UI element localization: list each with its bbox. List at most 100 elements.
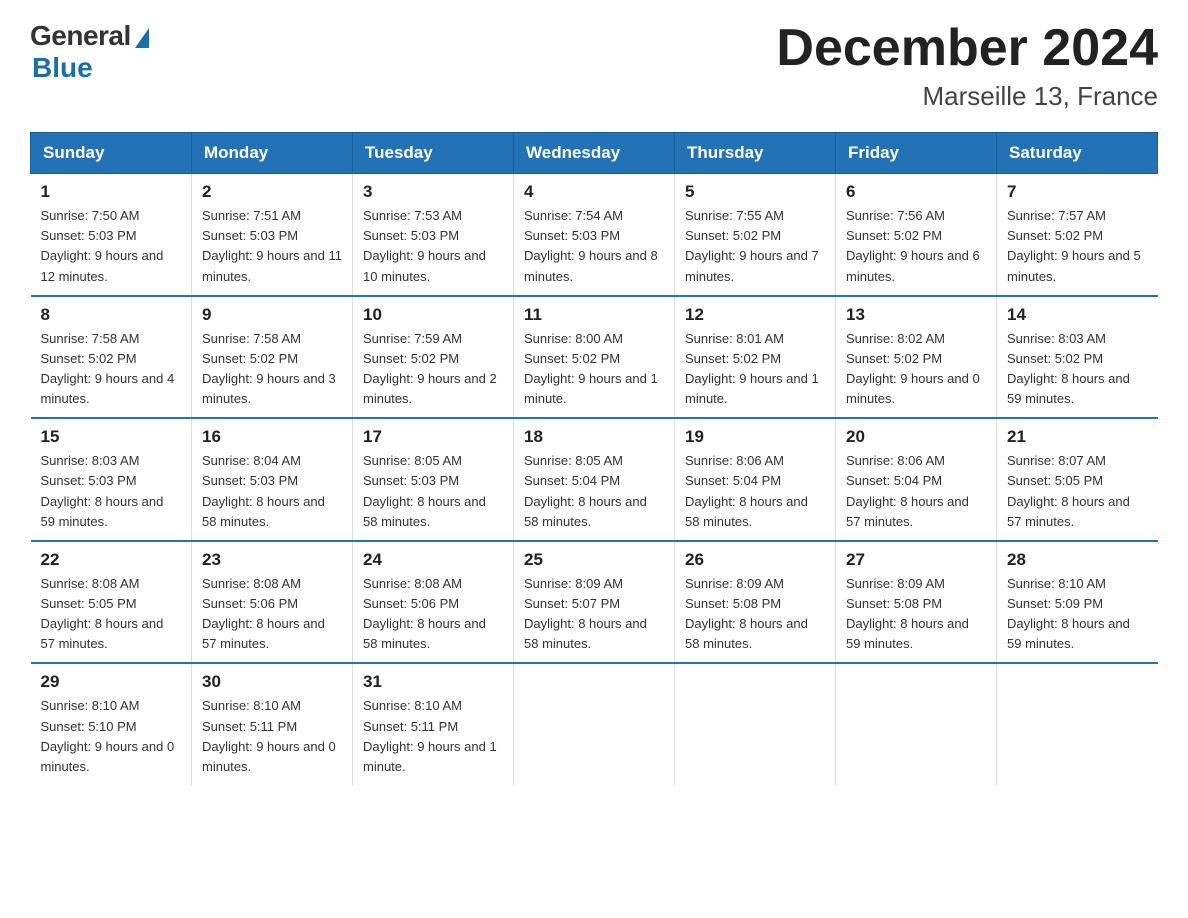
day-number: 18 xyxy=(524,427,664,447)
day-number: 21 xyxy=(1007,427,1148,447)
calendar-cell: 23 Sunrise: 8:08 AMSunset: 5:06 PMDaylig… xyxy=(192,541,353,664)
day-info: Sunrise: 8:05 AMSunset: 5:03 PMDaylight:… xyxy=(363,451,503,532)
day-info: Sunrise: 7:58 AMSunset: 5:02 PMDaylight:… xyxy=(202,329,342,410)
day-number: 9 xyxy=(202,305,342,325)
day-number: 26 xyxy=(685,550,825,570)
day-number: 30 xyxy=(202,672,342,692)
calendar-cell: 18 Sunrise: 8:05 AMSunset: 5:04 PMDaylig… xyxy=(514,418,675,541)
calendar-cell xyxy=(997,663,1158,785)
day-info: Sunrise: 7:57 AMSunset: 5:02 PMDaylight:… xyxy=(1007,206,1148,287)
day-info: Sunrise: 8:06 AMSunset: 5:04 PMDaylight:… xyxy=(685,451,825,532)
day-info: Sunrise: 7:50 AMSunset: 5:03 PMDaylight:… xyxy=(41,206,182,287)
calendar-cell: 20 Sunrise: 8:06 AMSunset: 5:04 PMDaylig… xyxy=(836,418,997,541)
calendar-week-row: 1 Sunrise: 7:50 AMSunset: 5:03 PMDayligh… xyxy=(31,174,1158,296)
calendar-cell: 13 Sunrise: 8:02 AMSunset: 5:02 PMDaylig… xyxy=(836,296,997,419)
day-info: Sunrise: 8:02 AMSunset: 5:02 PMDaylight:… xyxy=(846,329,986,410)
weekday-header-sunday: Sunday xyxy=(31,133,192,174)
calendar-cell: 25 Sunrise: 8:09 AMSunset: 5:07 PMDaylig… xyxy=(514,541,675,664)
calendar-cell: 3 Sunrise: 7:53 AMSunset: 5:03 PMDayligh… xyxy=(353,174,514,296)
day-number: 23 xyxy=(202,550,342,570)
calendar-cell: 6 Sunrise: 7:56 AMSunset: 5:02 PMDayligh… xyxy=(836,174,997,296)
day-number: 19 xyxy=(685,427,825,447)
weekday-header-saturday: Saturday xyxy=(997,133,1158,174)
day-number: 24 xyxy=(363,550,503,570)
calendar-week-row: 29 Sunrise: 8:10 AMSunset: 5:10 PMDaylig… xyxy=(31,663,1158,785)
day-number: 12 xyxy=(685,305,825,325)
weekday-header-row: SundayMondayTuesdayWednesdayThursdayFrid… xyxy=(31,133,1158,174)
day-number: 31 xyxy=(363,672,503,692)
calendar-week-row: 15 Sunrise: 8:03 AMSunset: 5:03 PMDaylig… xyxy=(31,418,1158,541)
day-number: 1 xyxy=(41,182,182,202)
calendar-cell: 22 Sunrise: 8:08 AMSunset: 5:05 PMDaylig… xyxy=(31,541,192,664)
weekday-header-friday: Friday xyxy=(836,133,997,174)
day-info: Sunrise: 7:55 AMSunset: 5:02 PMDaylight:… xyxy=(685,206,825,287)
calendar-cell: 4 Sunrise: 7:54 AMSunset: 5:03 PMDayligh… xyxy=(514,174,675,296)
calendar-cell: 24 Sunrise: 8:08 AMSunset: 5:06 PMDaylig… xyxy=(353,541,514,664)
calendar-cell: 21 Sunrise: 8:07 AMSunset: 5:05 PMDaylig… xyxy=(997,418,1158,541)
calendar-cell: 31 Sunrise: 8:10 AMSunset: 5:11 PMDaylig… xyxy=(353,663,514,785)
day-number: 14 xyxy=(1007,305,1148,325)
day-number: 5 xyxy=(685,182,825,202)
logo-triangle-icon xyxy=(135,28,149,48)
calendar-cell: 1 Sunrise: 7:50 AMSunset: 5:03 PMDayligh… xyxy=(31,174,192,296)
day-number: 10 xyxy=(363,305,503,325)
day-info: Sunrise: 8:04 AMSunset: 5:03 PMDaylight:… xyxy=(202,451,342,532)
calendar-cell: 26 Sunrise: 8:09 AMSunset: 5:08 PMDaylig… xyxy=(675,541,836,664)
calendar-cell: 7 Sunrise: 7:57 AMSunset: 5:02 PMDayligh… xyxy=(997,174,1158,296)
day-info: Sunrise: 7:59 AMSunset: 5:02 PMDaylight:… xyxy=(363,329,503,410)
day-number: 28 xyxy=(1007,550,1148,570)
calendar-cell: 12 Sunrise: 8:01 AMSunset: 5:02 PMDaylig… xyxy=(675,296,836,419)
day-info: Sunrise: 8:00 AMSunset: 5:02 PMDaylight:… xyxy=(524,329,664,410)
day-number: 15 xyxy=(41,427,182,447)
day-number: 2 xyxy=(202,182,342,202)
calendar-cell xyxy=(675,663,836,785)
day-number: 25 xyxy=(524,550,664,570)
day-info: Sunrise: 8:08 AMSunset: 5:06 PMDaylight:… xyxy=(202,574,342,655)
day-info: Sunrise: 8:01 AMSunset: 5:02 PMDaylight:… xyxy=(685,329,825,410)
day-number: 17 xyxy=(363,427,503,447)
logo-blue-text: Blue xyxy=(32,52,93,84)
calendar-cell: 8 Sunrise: 7:58 AMSunset: 5:02 PMDayligh… xyxy=(31,296,192,419)
calendar-cell: 9 Sunrise: 7:58 AMSunset: 5:02 PMDayligh… xyxy=(192,296,353,419)
logo: General Blue xyxy=(30,20,149,84)
logo-general-text: General xyxy=(30,20,131,52)
day-number: 6 xyxy=(846,182,986,202)
calendar-cell: 19 Sunrise: 8:06 AMSunset: 5:04 PMDaylig… xyxy=(675,418,836,541)
calendar-cell: 14 Sunrise: 8:03 AMSunset: 5:02 PMDaylig… xyxy=(997,296,1158,419)
day-info: Sunrise: 8:10 AMSunset: 5:09 PMDaylight:… xyxy=(1007,574,1148,655)
day-info: Sunrise: 7:56 AMSunset: 5:02 PMDaylight:… xyxy=(846,206,986,287)
day-info: Sunrise: 8:10 AMSunset: 5:11 PMDaylight:… xyxy=(363,696,503,777)
day-info: Sunrise: 8:09 AMSunset: 5:08 PMDaylight:… xyxy=(846,574,986,655)
day-number: 27 xyxy=(846,550,986,570)
weekday-header-thursday: Thursday xyxy=(675,133,836,174)
day-info: Sunrise: 7:51 AMSunset: 5:03 PMDaylight:… xyxy=(202,206,342,287)
calendar-cell: 27 Sunrise: 8:09 AMSunset: 5:08 PMDaylig… xyxy=(836,541,997,664)
calendar-cell: 11 Sunrise: 8:00 AMSunset: 5:02 PMDaylig… xyxy=(514,296,675,419)
day-info: Sunrise: 8:07 AMSunset: 5:05 PMDaylight:… xyxy=(1007,451,1148,532)
weekday-header-wednesday: Wednesday xyxy=(514,133,675,174)
day-info: Sunrise: 8:10 AMSunset: 5:11 PMDaylight:… xyxy=(202,696,342,777)
page-header: General Blue December 2024 Marseille 13,… xyxy=(30,20,1158,112)
calendar-cell: 2 Sunrise: 7:51 AMSunset: 5:03 PMDayligh… xyxy=(192,174,353,296)
calendar-cell xyxy=(836,663,997,785)
month-title: December 2024 xyxy=(776,20,1158,77)
calendar-table: SundayMondayTuesdayWednesdayThursdayFrid… xyxy=(30,132,1158,785)
calendar-week-row: 8 Sunrise: 7:58 AMSunset: 5:02 PMDayligh… xyxy=(31,296,1158,419)
day-info: Sunrise: 8:03 AMSunset: 5:02 PMDaylight:… xyxy=(1007,329,1148,410)
day-info: Sunrise: 8:03 AMSunset: 5:03 PMDaylight:… xyxy=(41,451,182,532)
calendar-cell: 30 Sunrise: 8:10 AMSunset: 5:11 PMDaylig… xyxy=(192,663,353,785)
day-number: 3 xyxy=(363,182,503,202)
day-info: Sunrise: 8:09 AMSunset: 5:07 PMDaylight:… xyxy=(524,574,664,655)
day-number: 13 xyxy=(846,305,986,325)
weekday-header-tuesday: Tuesday xyxy=(353,133,514,174)
day-number: 11 xyxy=(524,305,664,325)
calendar-cell: 5 Sunrise: 7:55 AMSunset: 5:02 PMDayligh… xyxy=(675,174,836,296)
day-number: 8 xyxy=(41,305,182,325)
calendar-cell: 10 Sunrise: 7:59 AMSunset: 5:02 PMDaylig… xyxy=(353,296,514,419)
title-section: December 2024 Marseille 13, France xyxy=(776,20,1158,112)
day-info: Sunrise: 8:05 AMSunset: 5:04 PMDaylight:… xyxy=(524,451,664,532)
day-info: Sunrise: 8:06 AMSunset: 5:04 PMDaylight:… xyxy=(846,451,986,532)
day-number: 29 xyxy=(41,672,182,692)
day-number: 22 xyxy=(41,550,182,570)
calendar-cell: 29 Sunrise: 8:10 AMSunset: 5:10 PMDaylig… xyxy=(31,663,192,785)
